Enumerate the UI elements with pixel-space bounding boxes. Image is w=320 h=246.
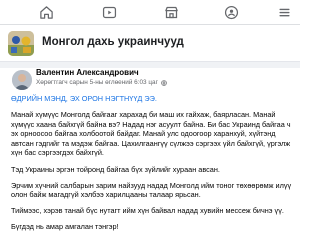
- post-paragraph: Тэд Украины эргэн тойронд байгаа бүх зүй…: [11, 164, 220, 174]
- marketplace-icon: [164, 6, 178, 18]
- nav-tab-home[interactable]: [26, 0, 66, 24]
- post-paragraph: ӨДРИЙН МЭНД, ЭХ ОРОН НЭГТНҮҮД ЭЭ.: [11, 94, 157, 103]
- post-author-name[interactable]: Валентин Александрович: [36, 68, 139, 77]
- nav-tab-marketplace[interactable]: [151, 0, 191, 24]
- menu-icon: [279, 8, 289, 16]
- group-cover-thumbnail[interactable]: [8, 31, 34, 56]
- nav-tab-video[interactable]: [89, 0, 129, 24]
- author-avatar[interactable]: [12, 70, 32, 90]
- group-name[interactable]: Монгол дахь украинчууд: [42, 36, 184, 48]
- author-photo: [12, 70, 32, 90]
- groups-icon: [224, 5, 238, 19]
- group-cover-image: [8, 31, 34, 56]
- post-paragraph: Тиймээс, хэрэв танай бүс нутагт ийм хүн …: [11, 206, 284, 216]
- group-header: Монгол дахь украинчууд: [0, 25, 300, 62]
- nav-tab-groups[interactable]: [211, 0, 251, 24]
- home-icon: [39, 5, 53, 19]
- video-icon: [102, 6, 116, 18]
- post: Валентин Александрович Хөрөгтгагч сарын …: [0, 68, 300, 246]
- post-paragraph: Манай хүмүүс Монголд байгааг харахад би …: [11, 110, 291, 158]
- post-timestamp[interactable]: Хөрөгтгагч сарын 5-ны өглөений 6:03 цаг: [36, 79, 158, 86]
- top-navigation-bar: [0, 0, 300, 25]
- post-body: ӨДРИЙН МЭНД, ЭХ ОРОН НЭГТНҮҮД ЭЭ. Манай …: [11, 94, 293, 239]
- post-paragraph: Эрчим хүчний салбарын зарим найзууд нада…: [11, 180, 292, 200]
- post-paragraph: Бүгдэд нь амар амгалан тэнгэр!: [11, 222, 119, 232]
- globe-icon: [161, 79, 167, 86]
- nav-tab-menu[interactable]: [264, 0, 304, 24]
- post-meta: Хөрөгтгагч сарын 5-ны өглөений 6:03 цаг: [36, 79, 167, 86]
